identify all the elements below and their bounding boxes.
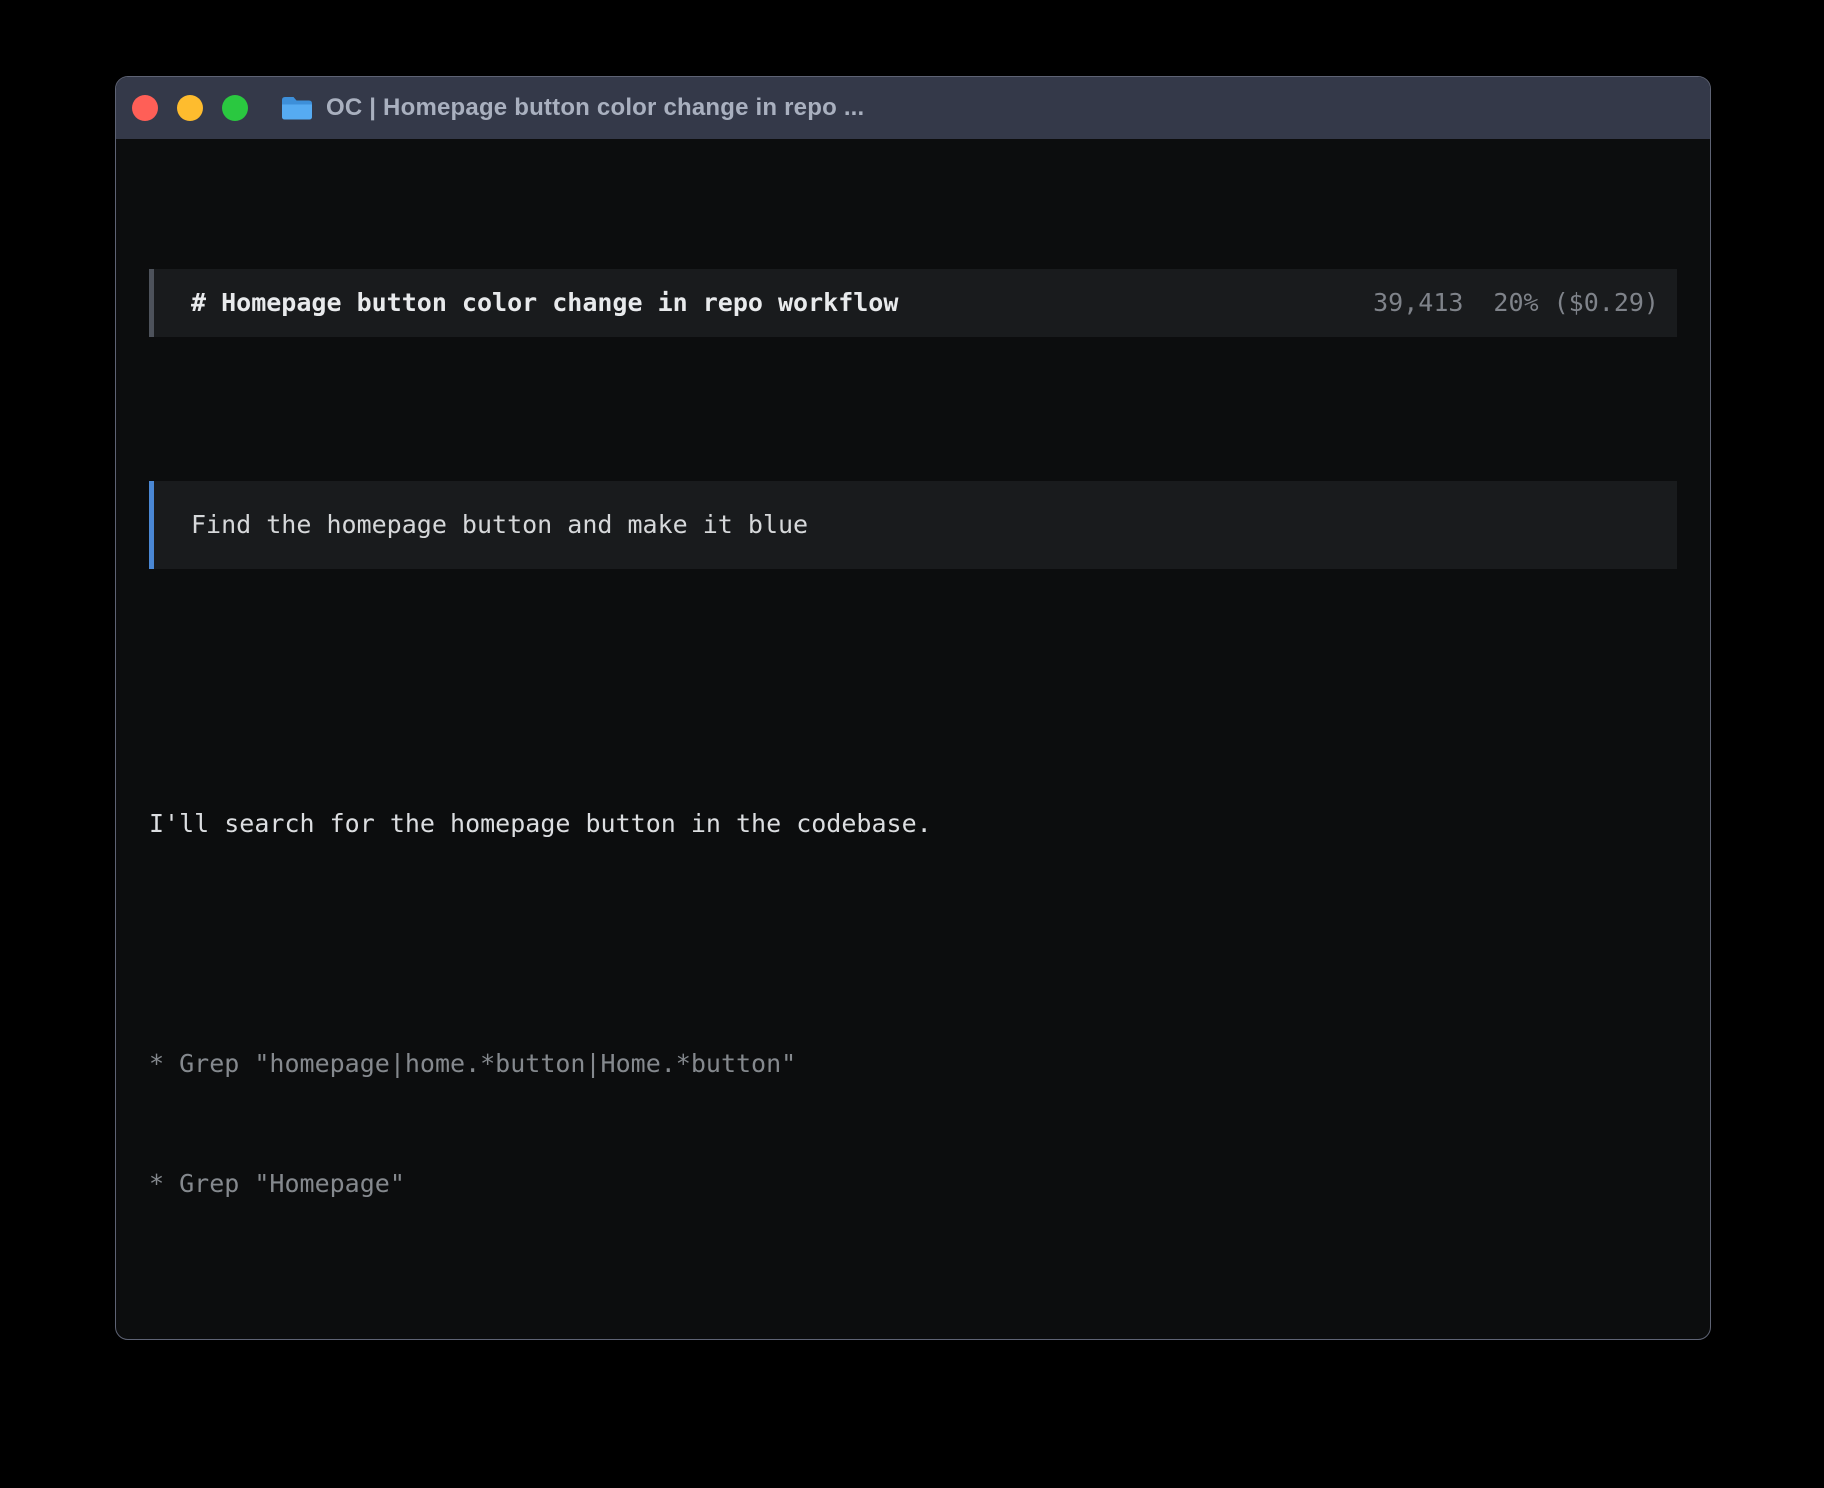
transcript-line: I'll search for the homepage button in t…: [149, 809, 1677, 839]
assistant-transcript: I'll search for the homepage button in t…: [149, 689, 1677, 1340]
transcript-line: * Grep "Homepage": [149, 1169, 1677, 1199]
token-count: 39,413: [1373, 288, 1463, 318]
session-title: # Homepage button color change in repo w…: [191, 288, 898, 318]
session-header: # Homepage button color change in repo w…: [149, 269, 1677, 337]
transcript-line: [149, 1289, 1677, 1319]
context-cost: 20% ($0.29): [1493, 288, 1659, 318]
user-message: Find the homepage button and make it blu…: [149, 481, 1677, 569]
window-title: OC | Homepage button color change in rep…: [326, 94, 864, 122]
folder-icon: [281, 95, 313, 121]
terminal-content: # Homepage button color change in repo w…: [116, 139, 1710, 1340]
terminal-window: OC | Homepage button color change in rep…: [115, 76, 1711, 1340]
transcript-line: [149, 929, 1677, 959]
zoom-button[interactable]: [222, 95, 248, 121]
titlebar[interactable]: OC | Homepage button color change in rep…: [116, 77, 1710, 139]
close-button[interactable]: [132, 95, 158, 121]
session-stats: 39,413 20% ($0.29): [1373, 288, 1659, 318]
minimize-button[interactable]: [177, 95, 203, 121]
transcript-line: * Grep "homepage|home.*button|Home.*butt…: [149, 1049, 1677, 1079]
user-message-text: Find the homepage button and make it blu…: [191, 510, 808, 540]
